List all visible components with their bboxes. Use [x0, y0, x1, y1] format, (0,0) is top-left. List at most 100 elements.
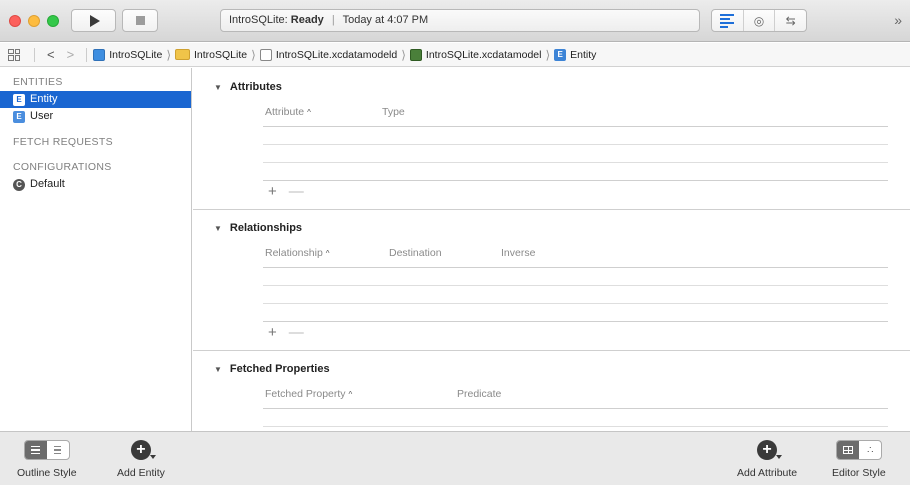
sidebar-item-user[interactable]: E User: [0, 108, 191, 125]
stop-icon: [135, 16, 145, 25]
add-relationship-row-button[interactable]: +: [268, 324, 277, 341]
folder-icon: [175, 49, 190, 60]
fetched-property-column-header[interactable]: Fetched Property ^: [265, 388, 352, 400]
column-label: Attribute: [265, 106, 305, 118]
model-outline-sidebar: ENTITIES E Entity E User FETCH REQUESTS …: [0, 68, 192, 431]
column-label: Relationship: [265, 247, 323, 259]
outline-style-group: Outline Style: [17, 440, 77, 479]
type-column-header[interactable]: Type: [382, 106, 405, 118]
editor-style-label: Editor Style: [832, 467, 886, 479]
predicate-column-header[interactable]: Predicate: [457, 388, 501, 400]
attributes-title: Attributes: [229, 81, 282, 93]
window-toolbar: IntroSQLite: Ready | Today at 4:07 PM ◎ …: [0, 0, 910, 42]
add-attribute-label: Add Attribute: [737, 467, 798, 479]
breadcrumb-folder[interactable]: IntroSQLite: [175, 49, 247, 61]
configuration-icon: C: [13, 178, 25, 191]
sidebar-item-label: Default: [30, 178, 65, 190]
add-attribute-group[interactable]: + Add Attribute: [737, 440, 797, 479]
editor-style-graph-button[interactable]: ∴: [859, 441, 881, 459]
table-header-divider: [263, 267, 888, 268]
column-label: Fetched Property: [265, 388, 346, 400]
breadcrumb-datamodel-bundle[interactable]: IntroSQLite.xcdatamodeld: [259, 48, 398, 61]
editor-mode-segmented-control: ◎ ⇆: [711, 9, 807, 32]
table-bottom-divider: [263, 321, 888, 322]
relationship-column-header[interactable]: Relationship ^: [265, 247, 330, 259]
table-header-divider: [263, 408, 888, 409]
attributes-add-remove: + —: [268, 183, 304, 200]
breadcrumb-label: IntroSQLite: [109, 48, 163, 61]
zoom-window-button[interactable]: [47, 15, 59, 27]
sidebar-item-entity[interactable]: E Entity: [0, 91, 191, 108]
entity-icon: E: [554, 48, 567, 61]
assistant-editor-icon: ◎: [753, 13, 765, 28]
fetched-properties-section-header[interactable]: ▼ Fetched Properties: [214, 363, 330, 375]
sort-ascending-icon: ^: [348, 390, 353, 399]
outline-style-label: Outline Style: [17, 467, 77, 479]
toolbar-overflow-button[interactable]: »: [894, 12, 902, 28]
related-items-icon[interactable]: [8, 48, 20, 61]
breadcrumb-separator: ⟩: [166, 47, 171, 62]
fetch-requests-header: FETCH REQUESTS: [13, 136, 113, 148]
fetched-properties-title: Fetched Properties: [229, 363, 330, 375]
graph-icon: ∴: [867, 444, 873, 456]
standard-editor-button[interactable]: [712, 10, 744, 31]
table-row: [263, 162, 888, 163]
assistant-editor-button[interactable]: ◎: [744, 10, 776, 31]
editor-style-control[interactable]: ∴: [835, 440, 882, 460]
sort-ascending-icon: ^: [307, 108, 311, 117]
activity-status: Ready: [290, 14, 324, 26]
outline-style-control[interactable]: [23, 440, 70, 460]
add-entity-icon[interactable]: +: [130, 440, 156, 460]
sidebar-item-label: User: [30, 110, 54, 122]
relationships-title: Relationships: [229, 222, 303, 234]
editor-style-table-button[interactable]: [836, 441, 859, 459]
entity-icon: E: [13, 110, 25, 123]
breadcrumb-project[interactable]: IntroSQLite: [93, 48, 163, 61]
sort-ascending-icon: ^: [325, 249, 330, 258]
table-row: [263, 144, 888, 145]
close-window-button[interactable]: [9, 15, 21, 27]
destination-column-header[interactable]: Destination: [389, 247, 442, 259]
outline-style-list-button[interactable]: [24, 441, 47, 459]
add-attribute-row-button[interactable]: +: [268, 183, 277, 200]
run-button[interactable]: [71, 9, 116, 32]
list-icon: [31, 445, 41, 455]
section-divider: [193, 350, 910, 351]
attributes-section-header[interactable]: ▼ Attributes: [214, 81, 282, 93]
breadcrumb-label: IntroSQLite: [194, 48, 248, 61]
inverse-column-header[interactable]: Inverse: [501, 247, 535, 259]
configurations-header: CONFIGURATIONS: [13, 161, 112, 173]
entities-header: ENTITIES: [13, 76, 63, 88]
divider: [86, 47, 88, 62]
project-icon: [93, 48, 106, 61]
remove-relationship-row-button[interactable]: —: [289, 324, 304, 341]
breadcrumb-datamodel[interactable]: IntroSQLite.xcdatamodel: [409, 48, 541, 61]
add-entity-group[interactable]: + Add Entity: [117, 440, 165, 479]
version-editor-icon: ⇆: [785, 13, 796, 28]
attribute-column-header[interactable]: Attribute ^: [265, 106, 311, 118]
editor-style-group: ∴ Editor Style: [832, 440, 886, 479]
stop-button[interactable]: [122, 9, 158, 32]
table-row: [263, 285, 888, 286]
disclosure-triangle-icon[interactable]: ▼: [214, 224, 222, 233]
minimize-window-button[interactable]: [28, 15, 40, 27]
breadcrumb-label: IntroSQLite.xcdatamodeld: [275, 48, 398, 61]
remove-attribute-row-button[interactable]: —: [289, 183, 304, 200]
outline-style-hierarchy-button[interactable]: [47, 441, 69, 459]
sidebar-item-label: Entity: [30, 93, 58, 105]
disclosure-triangle-icon[interactable]: ▼: [214, 365, 222, 374]
sidebar-item-default[interactable]: C Default: [0, 176, 191, 193]
back-button[interactable]: <: [47, 47, 55, 62]
activity-time: Today at 4:07 PM: [342, 14, 429, 26]
relationships-section-header[interactable]: ▼ Relationships: [214, 222, 302, 234]
activity-separator: |: [331, 14, 335, 26]
version-editor-button[interactable]: ⇆: [775, 10, 806, 31]
activity-project: IntroSQLite:: [229, 14, 288, 26]
add-attribute-icon[interactable]: +: [757, 440, 783, 460]
forward-button[interactable]: >: [67, 47, 75, 62]
datamodel-bundle-icon: [259, 48, 272, 61]
hierarchy-icon: [54, 445, 62, 455]
table-icon: [842, 446, 853, 454]
disclosure-triangle-icon[interactable]: ▼: [214, 83, 222, 92]
breadcrumb-entity[interactable]: E Entity: [554, 48, 596, 61]
